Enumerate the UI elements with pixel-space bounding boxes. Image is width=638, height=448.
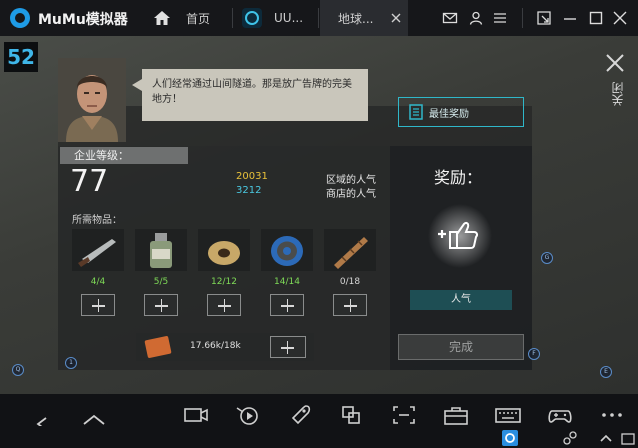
multi-window-icon[interactable] [338,404,366,426]
item-wire-spool: 12/12 [198,229,250,321]
close-window-icon[interactable] [612,10,628,26]
character-avatar [58,58,126,142]
menu-icon[interactable] [492,10,508,26]
reward-title: 奖励： [434,168,483,187]
item-count: 5/5 [153,277,169,287]
enterprise-level-value: 77 [70,164,109,199]
region-popularity-label: 区域的人气 [326,175,376,186]
maximize-icon[interactable] [588,10,604,26]
add-item-button[interactable] [144,294,178,316]
add-ticket-button[interactable] [270,336,306,358]
item-bottle: 5/5 [135,229,187,321]
add-item-button[interactable] [207,294,241,316]
best-reward-label: 最佳奖励 [429,108,469,120]
shop-popularity-label: 商店的人气 [326,189,376,200]
tab-close-icon[interactable] [391,13,401,23]
rocket-icon[interactable] [286,404,314,426]
tab-uu[interactable]: UU... [242,0,303,36]
keyboard-icon[interactable] [494,404,522,426]
document-list-icon [409,104,423,120]
minimize-icon[interactable] [562,10,578,26]
mumu-logo-icon [10,8,30,28]
gamepad-icon[interactable] [546,404,574,426]
title-bar: MuMu模拟器 首页 UU... 地球... [0,0,638,36]
gamepad-play-icon[interactable] [234,404,262,426]
home-icon [154,11,170,25]
add-item-button[interactable] [333,294,367,316]
ticket-row: 17.66k/18k [136,333,314,361]
tab-uu-label: UU... [274,11,304,25]
add-item-button[interactable] [270,294,304,316]
ticket-icon [144,335,172,359]
dialog-bubble: 人们经常通过山间隧道。那是放广告牌的完美地方！ [132,69,368,121]
screenshot-window-icon[interactable] [536,10,552,26]
add-item-button[interactable] [81,294,115,316]
thumbs-up-icon [428,204,492,268]
tray-chevron-up-icon[interactable] [598,430,614,446]
required-items-label: 所需物品： [72,215,122,226]
cable-reel-icon [261,229,313,271]
item-rolled-paper: 0/18 [324,229,376,321]
keymap-marker[interactable]: E [600,366,612,378]
screen-capture-icon[interactable] [390,404,418,426]
video-record-icon[interactable] [182,404,210,426]
close-label[interactable]: 关闭 [609,82,626,106]
player-level-badge: 52 [4,42,38,72]
tab-home[interactable]: 首页 [152,0,210,36]
best-reward-button[interactable]: 最佳奖励 [398,97,524,127]
tab-home-label: 首页 [186,11,211,26]
home-nav-icon[interactable] [80,404,108,426]
keymap-marker[interactable]: F [528,348,540,360]
shop-popularity-value: 3212 [236,185,262,196]
knife-icon [72,229,124,271]
item-count: 14/14 [274,277,300,287]
keymap-marker[interactable]: G [541,252,553,264]
item-cable-reel: 14/14 [261,229,313,321]
close-icon[interactable] [604,52,626,74]
complete-button[interactable]: 完成 [398,334,524,360]
mail-icon[interactable] [442,10,458,26]
tab-game[interactable]: 地球... [320,0,408,36]
user-icon[interactable] [468,10,484,26]
app-title: MuMu模拟器 [38,12,128,28]
item-count: 0/18 [339,277,361,287]
more-icon[interactable] [598,404,626,426]
tray-network-icon[interactable] [562,430,578,446]
ticket-progress: 17.66k/18k [190,341,241,351]
toolbox-icon[interactable] [442,404,470,426]
region-popularity-value: 20031 [236,171,268,182]
tab-game-label: 地球... [338,11,374,26]
wire-spool-icon [198,229,250,271]
item-count: 12/12 [211,277,237,287]
tray-app-icon[interactable] [502,430,518,446]
back-icon[interactable] [28,404,56,426]
uu-app-icon [242,8,262,28]
keymap-marker[interactable]: 1 [65,357,77,369]
item-count: 4/4 [90,277,106,287]
reward-tag: 人气 [410,290,512,310]
bottle-icon [135,229,187,271]
rolled-paper-icon [324,229,376,271]
keymap-marker[interactable]: Q [12,364,24,376]
item-knife: 4/4 [72,229,124,321]
enterprise-level-label: 企业等级： [60,147,188,164]
tray-notification-icon[interactable] [620,430,636,446]
